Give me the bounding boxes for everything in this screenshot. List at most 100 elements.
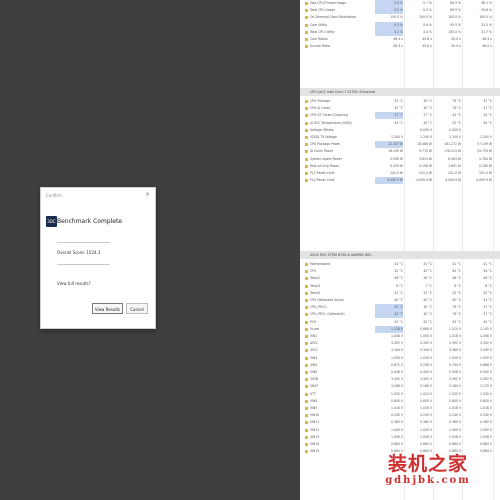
sensor-row[interactable]: PCH 45 °C 45 °C 45 °C 45 °C (300, 319, 500, 326)
sensor-value: 1.310 V (449, 326, 461, 331)
sensor-row[interactable]: CPU Package 32 °C 30 °C 76 °C 37 °C (300, 98, 500, 105)
sensor-value: 0.198 W (419, 163, 432, 168)
sensor-value: 3.392 V (480, 377, 492, 382)
sensor-row[interactable]: VIN13 1.056 V 1.056 V 1.056 V 1.056 V (300, 434, 500, 441)
sensor-row[interactable]: CPU 32 °C 30 °C 62 °C 34 °C (300, 268, 500, 275)
sensor-row[interactable]: VIN9 1.016 V 1.016 V 1.016 V 1.016 V (300, 405, 500, 412)
sensor-panel: Max CPU/Thread Usage 5.3 % 5.7 % 89.9 % 36.1… (300, 0, 500, 500)
sensor-value: 25 °C (483, 290, 492, 295)
sensor-row[interactable]: CPU (PECI, Calibrated) 32 °C 30 °C 76 °C 37 … (300, 311, 500, 319)
sensor-value: 29.6 % (481, 8, 492, 13)
sensor-icon (305, 9, 308, 13)
sensor-row[interactable]: Core Utility 0.5 % 0.6 % 95.5 % 31.5 % (300, 21, 500, 29)
sensor-group-header[interactable]: CPU [#0]: Intel Core i7-12700: Enhanced (300, 88, 500, 96)
sensor-row[interactable]: AVCC 3.392 V 3.392 V 3.392 V 3.392 V (300, 340, 500, 347)
sensor-value: 0.680 V (420, 326, 432, 331)
sensor-row[interactable]: Temp2 46 °C 46 °C 46 °C 46 °C (300, 275, 500, 282)
sensor-row[interactable]: Motherboard 41 °C 41 °C 41 °C 41 °C (300, 261, 500, 268)
view-results-button[interactable]: View Results (92, 303, 123, 314)
sensor-label: VIN1 (310, 334, 318, 338)
sensor-row[interactable]: VIN6 0.448 V 0.440 V 0.456 V 0.450 V (300, 369, 500, 376)
sensor-value: 76 °C (452, 106, 461, 111)
sensor-row[interactable]: Temp5 25 °C 25 °C 25 °C 25 °C (300, 290, 500, 297)
sensor-value: 4,095.9 W (416, 178, 432, 183)
sensor-icon (305, 2, 308, 5)
sensor-icon (305, 414, 308, 418)
sensor-value: 37 °C (483, 305, 492, 310)
sensor-row[interactable]: Vcore 1.128 V 0.680 V 1.310 V 1.105 V (300, 325, 500, 333)
sensor-label: PL2 Power Limit (310, 178, 335, 183)
sensor-value: 41 °C (483, 262, 492, 266)
sensor-row[interactable]: CPU IA Cores 32 °C 30 °C 76 °C 37 °C (300, 105, 500, 112)
sensor-value: 0.5 % (375, 7, 403, 15)
sensor-value: 0.240 V (391, 413, 403, 418)
sensor-row[interactable]: CPU GT Cores (Graphics) 31 °C 27 °C 42 °C 32… (300, 112, 500, 120)
sensor-value: 4,095.9 W (445, 178, 461, 183)
sensor-row[interactable]: iA VCC Temperature (SVID) 44 °C 45 °C 52 °C… (300, 120, 500, 127)
sensor-icon (305, 277, 308, 281)
sensor-label: Temp5 (310, 290, 321, 295)
sensor-row[interactable]: Total CPU Usage 0.5 % 0.3 % 89.9 % 29.6 % (300, 7, 500, 15)
sensor-value: 176.513 W (444, 149, 461, 154)
sensor-row[interactable]: 3VCC 3.344 V 3.344 V 3.360 V 3.345 V (300, 347, 500, 354)
sensor-row[interactable]: PL1 Power Limit 241.0 W 241.0 W 241.0 W 241.… (300, 170, 500, 177)
sensor-row[interactable]: Max CPU/Thread Usage 5.3 % 5.7 % 89.9 % 36.1… (300, 0, 500, 7)
sensor-row[interactable]: VIN5 0.672 V 0.256 V 0.744 V 0.666 V (300, 362, 500, 369)
sensor-value: 41 °C (423, 262, 432, 266)
sensor-group-header[interactable]: ASUS ROG STRIX B760-A GAMING WIF... (300, 251, 500, 259)
sensor-value: 4,095.9 W (476, 178, 492, 183)
sensor-value: 31 °C (375, 112, 403, 120)
sensor-row[interactable]: VDDQ TX Voltage 1.200 V 1.200 V 1.200 V 1.20… (300, 134, 500, 141)
sensor-value: 0.440 V (420, 370, 432, 374)
sensor-value: 3.392 V (420, 341, 432, 346)
sensor-row[interactable]: Uncore Ratio 46.3 x 45.8 x 50.0 x 46.0 x (300, 43, 500, 50)
sensor-icon (305, 121, 308, 125)
close-icon[interactable]: × (145, 191, 150, 198)
sensor-row[interactable]: 3VSB 3.392 V 3.392 V 3.392 V 3.392 V (300, 376, 500, 383)
sensor-row[interactable]: VIN12 1.000 V 1.000 V 1.000 V 1.000 V (300, 427, 500, 434)
sensor-icon (305, 284, 308, 288)
sensor-icon (305, 306, 308, 310)
sensor-value: 22.187 W (375, 141, 403, 149)
sensor-icon (305, 150, 308, 154)
sensor-value: 34 °C (483, 269, 492, 274)
sensor-row[interactable]: CPU (PECI) 32 °C 30 °C 76 °C 37 °C (300, 304, 500, 312)
sensor-value: 0.664 V (391, 442, 403, 446)
sensor-value: 0.456 V (449, 370, 461, 374)
sensor-label: Rest-of-Chip Power (310, 163, 340, 168)
sensor-value: 25 °C (452, 290, 461, 295)
sensor-row[interactable]: Voltage Offsets 0.000 V 0.000 V (300, 127, 500, 134)
divider (57, 264, 110, 265)
sensor-value: 44 °C (394, 120, 403, 125)
cancel-button[interactable]: Cancel (126, 303, 148, 314)
sensor-row[interactable]: VIN4 1.050 V 1.050 V 1.050 V 1.050 V (300, 355, 500, 362)
sensor-value: 46 °C (452, 276, 461, 281)
sensor-row[interactable]: VIN10 0.240 V 0.240 V 0.240 V 0.240 V (300, 412, 500, 419)
sensor-row[interactable]: VIN8 0.800 V 0.800 V 0.800 V 0.800 V (300, 398, 500, 405)
sensor-row[interactable]: CPU Package Power 22.187 W 16.486 W 181.272… (300, 141, 500, 149)
sensor-icon (305, 270, 308, 274)
sensor-row[interactable]: Temp3 8 °C 7 °C 8 °C 8 °C (300, 283, 500, 290)
sensor-row[interactable]: VIN14 0.664 V 0.664 V 0.664 V 0.664 V (300, 441, 500, 448)
sensor-value: 0.664 V (449, 442, 461, 446)
sensor-row[interactable]: IA Cores Power 16.145 W 9.770 W 176.513 W 29… (300, 148, 500, 155)
sensor-value: 30 °C (423, 269, 432, 274)
sensor-row[interactable]: Rest-of-Chip Power 0.209 W 0.198 W 1.601 W 0… (300, 163, 500, 170)
sensor-value: 3.168 V (391, 384, 403, 389)
sensor-label: VIN15 (310, 449, 320, 454)
sensor-row[interactable]: VTT 1.032 V 1.024 V 1.032 V 1.030 V (300, 391, 500, 398)
sensor-icon (305, 16, 308, 20)
sensor-value: 30 °C (423, 99, 432, 103)
sensor-row[interactable]: CPU (Weighted Value) 40 °C 40 °C 60 °C 41 °C (300, 297, 500, 304)
sensor-row[interactable]: Total CPU Utility 4.2 % 3.4 % 105.0 % 31.7 % (300, 28, 500, 36)
sensor-row[interactable]: PL2 Power Limit 4,095.9 W 4,095.9 W 4,095.9… (300, 177, 500, 185)
sensor-row[interactable]: System Agent Power 5.998 W 5.614 W 6.563 W 5… (300, 156, 500, 163)
sensor-row[interactable]: VIN11 0.360 V 0.360 V 0.360 V 0.360 V (300, 419, 500, 426)
sensor-row[interactable]: VIN1 1.008 V 1.000 V 1.016 V 1.008 V (300, 333, 500, 340)
sensor-row[interactable]: Core Ratios 46.3 x 45.8 x 50.0 x 46.3 x (300, 36, 500, 43)
sensor-value: 46.3 x (393, 37, 403, 41)
sensor-row[interactable]: On-Demand Clock Modulation 100.0 % 100.0 %… (300, 14, 500, 21)
sensor-label: On-Demand Clock Modulation (310, 15, 357, 20)
sensor-row[interactable]: VBAT 3.168 V 3.168 V 3.184 V 3.170 V (300, 383, 500, 390)
sensor-value: 100.0 % (448, 15, 461, 20)
